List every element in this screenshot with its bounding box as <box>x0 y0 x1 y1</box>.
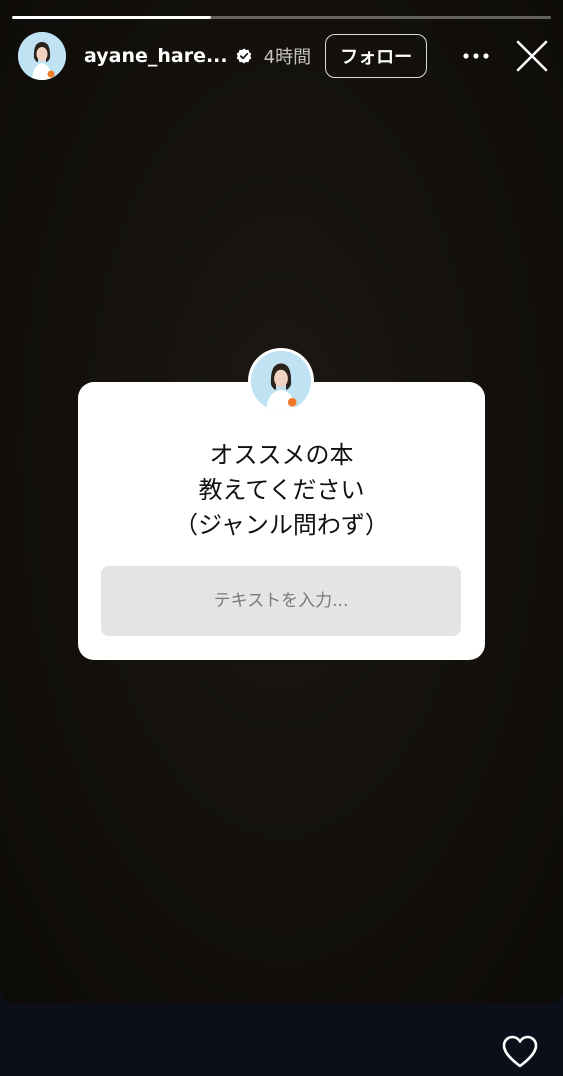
sticker-avatar <box>248 348 314 414</box>
story-progress-fill <box>12 16 212 19</box>
story-progress-bar <box>12 16 551 19</box>
follow-button[interactable]: フォロー <box>325 34 428 78</box>
close-icon[interactable] <box>514 38 550 74</box>
profile-avatar[interactable] <box>18 32 66 80</box>
story-header: ayane_hare... 4時間 フォロー <box>18 32 550 80</box>
heart-icon[interactable] <box>500 1032 540 1072</box>
more-dots-icon[interactable] <box>458 44 494 68</box>
question-text: オススメの本 教えてください （ジャンル問わず） <box>174 441 389 539</box>
verified-badge-icon <box>236 48 252 64</box>
answer-input[interactable] <box>101 566 461 636</box>
question-sticker[interactable]: オススメの本 教えてください （ジャンル問わず） <box>78 348 485 660</box>
timestamp: 4時間 <box>263 47 312 68</box>
username[interactable]: ayane_hare... <box>84 45 228 67</box>
story-viewer[interactable]: ayane_hare... 4時間 フォロー オススメの本 教えてください （ジ… <box>0 0 563 1004</box>
